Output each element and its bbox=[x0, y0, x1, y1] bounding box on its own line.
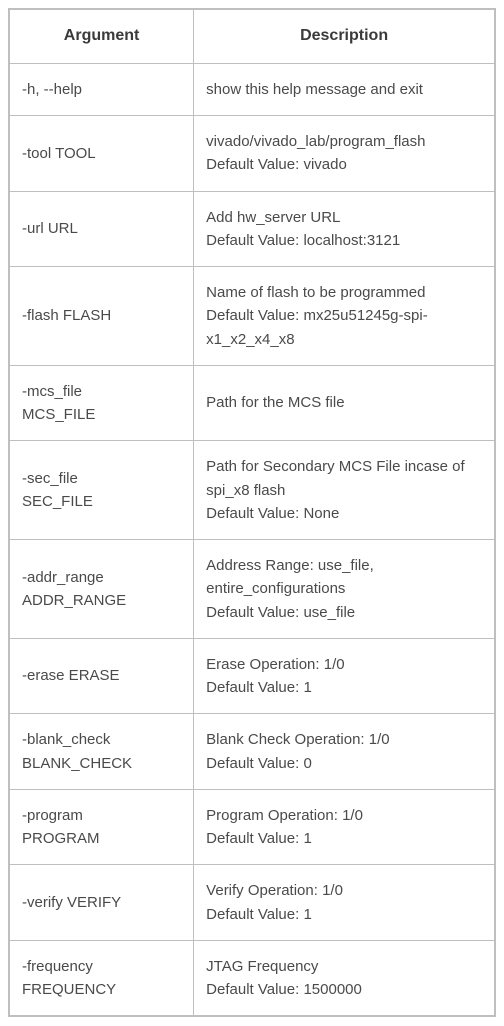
table-row: -tool TOOL vivado/vivado_lab/program_flas… bbox=[9, 116, 495, 192]
argument-text: -flash FLASH bbox=[22, 304, 181, 327]
argument-text: ADDR_RANGE bbox=[22, 589, 181, 612]
description-text: Default Value: 1 bbox=[206, 827, 482, 850]
argument-cell: -sec_fileSEC_FILE bbox=[9, 441, 194, 540]
argument-text: -program bbox=[22, 804, 181, 827]
description-text: Path for Secondary MCS File incase of sp… bbox=[206, 455, 482, 502]
argument-cell: -frequencyFREQUENCY bbox=[9, 940, 194, 1016]
argument-text: -h, --help bbox=[22, 78, 181, 101]
description-text: Address Range: use_file, entire_configur… bbox=[206, 554, 482, 601]
argument-text: -mcs_file bbox=[22, 380, 181, 403]
description-text: Default Value: 1 bbox=[206, 903, 482, 926]
description-cell: Verify Operation: 1/0Default Value: 1 bbox=[194, 865, 495, 941]
table-row: -verify VERIFY Verify Operation: 1/0Defau… bbox=[9, 865, 495, 941]
description-cell: vivado/vivado_lab/program_flashDefault V… bbox=[194, 116, 495, 192]
argument-text: -frequency bbox=[22, 955, 181, 978]
table-row: -frequencyFREQUENCYJTAG FrequencyDefault… bbox=[9, 940, 495, 1016]
argument-text: MCS_FILE bbox=[22, 403, 181, 426]
description-cell: Path for Secondary MCS File incase of sp… bbox=[194, 441, 495, 540]
description-text: Name of flash to be programmed bbox=[206, 281, 482, 304]
table-row: -blank_checkBLANK_CHECKBlank Check Opera… bbox=[9, 714, 495, 790]
argument-cell: -programPROGRAM bbox=[9, 789, 194, 865]
description-text: Default Value: use_file bbox=[206, 601, 482, 624]
argument-text: -addr_range bbox=[22, 566, 181, 589]
description-cell: Path for the MCS file bbox=[194, 365, 495, 441]
argument-cell: -url URL bbox=[9, 191, 194, 267]
description-text: Default Value: 1500000 bbox=[206, 978, 482, 1001]
description-cell: Address Range: use_file, entire_configur… bbox=[194, 540, 495, 639]
description-text: Add hw_server URL bbox=[206, 206, 482, 229]
description-cell: Erase Operation: 1/0Default Value: 1 bbox=[194, 638, 495, 714]
description-text: Verify Operation: 1/0 bbox=[206, 879, 482, 902]
argument-cell: -mcs_fileMCS_FILE bbox=[9, 365, 194, 441]
description-text: Default Value: vivado bbox=[206, 153, 482, 176]
table-row: -url URL Add hw_server URLDefault Value: … bbox=[9, 191, 495, 267]
table-row: -h, --help show this help message and exi… bbox=[9, 63, 495, 115]
description-text: Default Value: None bbox=[206, 502, 482, 525]
argument-text: -sec_file bbox=[22, 467, 181, 490]
argument-text: FREQUENCY bbox=[22, 978, 181, 1001]
description-cell: JTAG FrequencyDefault Value: 1500000 bbox=[194, 940, 495, 1016]
col-header-argument: Argument bbox=[9, 9, 194, 63]
table-row: -addr_rangeADDR_RANGE Address Range: use_… bbox=[9, 540, 495, 639]
table-row: -flash FLASH Name of flash to be programm… bbox=[9, 267, 495, 366]
description-text: Default Value: localhost:3121 bbox=[206, 229, 482, 252]
argument-text: -url URL bbox=[22, 217, 181, 240]
description-text: Default Value: 1 bbox=[206, 676, 482, 699]
description-cell: Add hw_server URLDefault Value: localhos… bbox=[194, 191, 495, 267]
argument-text: SEC_FILE bbox=[22, 490, 181, 513]
argument-cell: -blank_checkBLANK_CHECK bbox=[9, 714, 194, 790]
arguments-table: Argument Description -h, --help show this… bbox=[8, 8, 496, 1017]
argument-cell: -addr_rangeADDR_RANGE bbox=[9, 540, 194, 639]
table-row: -erase ERASE Erase Operation: 1/0Default … bbox=[9, 638, 495, 714]
description-text: Program Operation: 1/0 bbox=[206, 804, 482, 827]
description-text: Default Value: 0 bbox=[206, 752, 482, 775]
description-cell: Program Operation: 1/0Default Value: 1 bbox=[194, 789, 495, 865]
description-cell: show this help message and exit bbox=[194, 63, 495, 115]
argument-text: -verify VERIFY bbox=[22, 891, 181, 914]
argument-cell: -tool TOOL bbox=[9, 116, 194, 192]
argument-text: -blank_check bbox=[22, 728, 181, 751]
table-header-row: Argument Description bbox=[9, 9, 495, 63]
table-row: -programPROGRAMProgram Operation: 1/0Def… bbox=[9, 789, 495, 865]
description-text: Path for the MCS file bbox=[206, 391, 482, 414]
description-text: JTAG Frequency bbox=[206, 955, 482, 978]
description-cell: Blank Check Operation: 1/0Default Value:… bbox=[194, 714, 495, 790]
argument-text: BLANK_CHECK bbox=[22, 752, 181, 775]
description-cell: Name of flash to be programmedDefault Va… bbox=[194, 267, 495, 366]
col-header-description: Description bbox=[194, 9, 495, 63]
table-row: -sec_fileSEC_FILE Path for Secondary MCS … bbox=[9, 441, 495, 540]
description-text: vivado/vivado_lab/program_flash bbox=[206, 130, 482, 153]
description-text: Erase Operation: 1/0 bbox=[206, 653, 482, 676]
argument-cell: -erase ERASE bbox=[9, 638, 194, 714]
argument-text: -erase ERASE bbox=[22, 664, 181, 687]
table-row: -mcs_fileMCS_FILE Path for the MCS file bbox=[9, 365, 495, 441]
argument-cell: -h, --help bbox=[9, 63, 194, 115]
argument-cell: -verify VERIFY bbox=[9, 865, 194, 941]
description-text: Default Value: mx25u51245g-spi-x1_x2_x4_… bbox=[206, 304, 482, 351]
argument-text: -tool TOOL bbox=[22, 142, 181, 165]
argument-text: PROGRAM bbox=[22, 827, 181, 850]
argument-cell: -flash FLASH bbox=[9, 267, 194, 366]
description-text: Blank Check Operation: 1/0 bbox=[206, 728, 482, 751]
description-text: show this help message and exit bbox=[206, 78, 482, 101]
